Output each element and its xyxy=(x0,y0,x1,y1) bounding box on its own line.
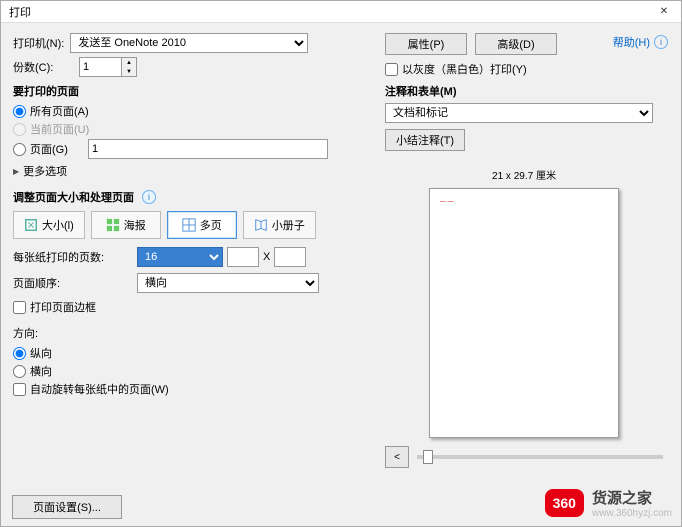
print-preview: — — xyxy=(429,188,619,438)
more-options-label: 更多选项 xyxy=(23,163,67,179)
watermark-badge: 360 xyxy=(545,489,584,517)
tab-poster[interactable]: 海报 xyxy=(91,211,161,239)
order-label: 页面顺序: xyxy=(13,275,133,291)
printer-label: 打印机(N): xyxy=(13,35,64,51)
page-setup-button[interactable]: 页面设置(S)... xyxy=(12,495,122,519)
tab-booklet[interactable]: 小册子 xyxy=(243,211,316,239)
order-select[interactable]: 横向 xyxy=(137,273,319,293)
border-checkbox[interactable] xyxy=(13,301,26,314)
orientation-landscape-label: 横向 xyxy=(30,363,52,379)
pages-range-radio[interactable] xyxy=(13,143,26,156)
watermark-url: www.360hyzj.com xyxy=(592,508,672,519)
spinner-buttons[interactable]: ▲▼ xyxy=(121,57,137,77)
pages-all-radio[interactable] xyxy=(13,105,26,118)
nav-prev-button[interactable]: < xyxy=(385,446,409,468)
pages-per-label: 每张纸打印的页数: xyxy=(13,249,133,265)
advanced-button[interactable]: 高级(D) xyxy=(475,33,557,55)
help-icon[interactable]: i xyxy=(654,35,668,49)
pages-all-label: 所有页面(A) xyxy=(30,103,89,119)
sizing-title: 调整页面大小和处理页面 xyxy=(13,189,134,205)
tab-size[interactable]: 大小(l) xyxy=(13,211,85,239)
summarize-button[interactable]: 小结注释(T) xyxy=(385,129,465,151)
copies-label: 份数(C): xyxy=(13,59,73,75)
window-title: 打印 xyxy=(5,4,651,20)
watermark: 360 货源之家 www.360hyzj.com xyxy=(545,487,672,519)
comments-select[interactable]: 文档和标记 xyxy=(385,103,653,123)
close-icon[interactable]: ✕ xyxy=(651,1,677,23)
preview-slider[interactable] xyxy=(417,455,663,459)
titlebar: 打印 ✕ xyxy=(1,1,681,23)
pages-range-label: 页面(G) xyxy=(30,141,88,157)
sizing-tabs: 大小(l) 海报 多页 小册子 xyxy=(13,211,375,239)
pages-title: 要打印的页面 xyxy=(13,83,375,99)
help-link[interactable]: 帮助(H) xyxy=(613,34,650,50)
booklet-icon xyxy=(254,218,268,232)
comments-title: 注释和表单(M) xyxy=(385,83,663,99)
border-label: 打印页面边框 xyxy=(30,299,96,315)
grayscale-label: 以灰度（黑白色）打印(Y) xyxy=(402,61,527,77)
poster-icon xyxy=(106,218,120,232)
x-label: X xyxy=(263,251,270,263)
printer-select[interactable]: 发送至 OneNote 2010 xyxy=(70,33,308,53)
autorotate-checkbox[interactable] xyxy=(13,383,26,396)
pages-range-input[interactable] xyxy=(88,139,328,159)
properties-button[interactable]: 属性(P) xyxy=(385,33,467,55)
multi-icon xyxy=(182,218,196,232)
tab-multi[interactable]: 多页 xyxy=(167,211,237,239)
preview-caption: 21 x 29.7 厘米 xyxy=(385,167,663,182)
orientation-portrait-radio[interactable] xyxy=(13,347,26,360)
slider-thumb[interactable] xyxy=(423,450,433,464)
triangle-right-icon: ▶ xyxy=(13,167,19,176)
orientation-portrait-label: 纵向 xyxy=(30,345,52,361)
orientation-title: 方向: xyxy=(13,325,375,341)
size-icon xyxy=(24,218,38,232)
orientation-landscape-radio[interactable] xyxy=(13,365,26,378)
pages-per-select[interactable]: 16 xyxy=(137,247,223,267)
watermark-text: 货源之家 xyxy=(592,487,672,508)
print-dialog: 打印 ✕ 帮助(H) i 打印机(N): 发送至 OneNote 2010 份数… xyxy=(0,0,682,527)
grayscale-checkbox[interactable] xyxy=(385,63,398,76)
info-icon[interactable]: i xyxy=(142,190,156,204)
copies-input[interactable] xyxy=(79,57,121,77)
preview-content: — — xyxy=(440,199,454,205)
custom-cols-input[interactable] xyxy=(227,247,259,267)
pages-current-radio xyxy=(13,123,26,136)
copies-spinner[interactable]: ▲▼ xyxy=(79,57,137,77)
pages-current-label: 当前页面(U) xyxy=(30,121,89,137)
autorotate-label: 自动旋转每张纸中的页面(W) xyxy=(30,381,169,397)
more-options-toggle[interactable]: ▶ 更多选项 xyxy=(13,163,375,179)
custom-rows-input[interactable] xyxy=(274,247,306,267)
